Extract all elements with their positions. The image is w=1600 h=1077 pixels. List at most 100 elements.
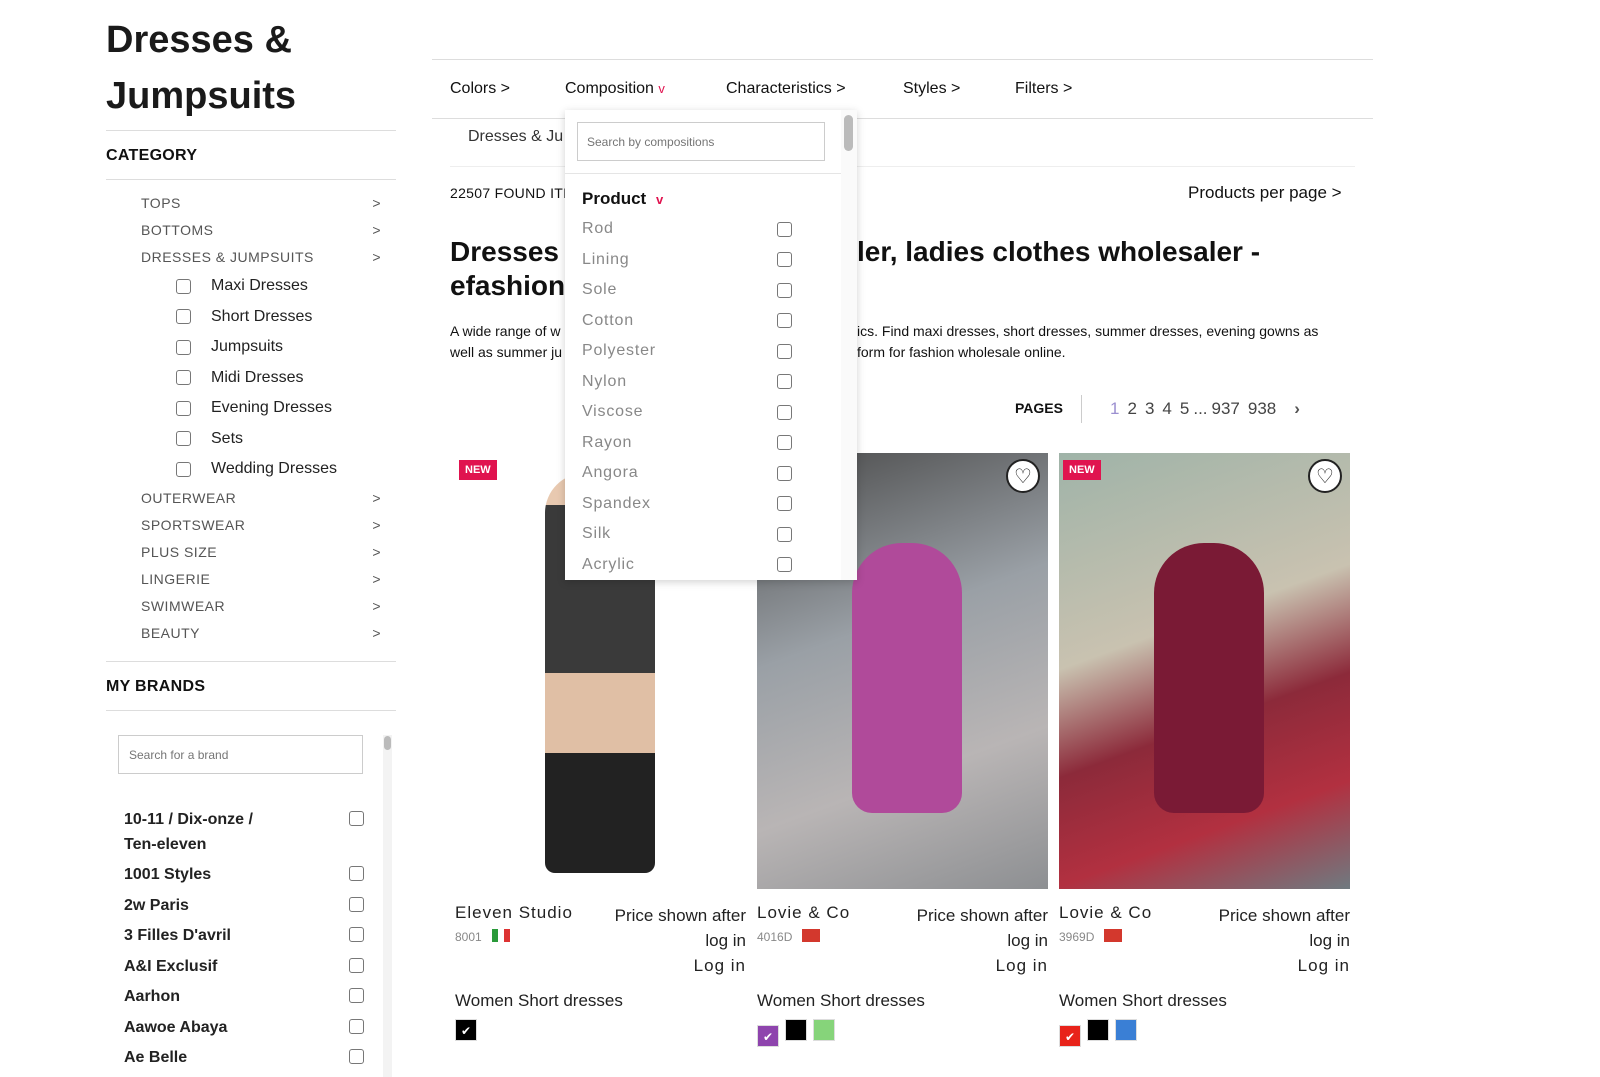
checkbox[interactable]	[777, 496, 792, 511]
checkbox[interactable]	[777, 313, 792, 328]
brand-item[interactable]: Aawoe Abaya	[124, 1015, 364, 1040]
checkbox[interactable]	[176, 309, 191, 324]
page-link[interactable]: 1	[1110, 399, 1119, 419]
checkbox[interactable]	[777, 343, 792, 359]
composition-option[interactable]: Lining	[582, 245, 792, 275]
page-link[interactable]: 938	[1248, 399, 1276, 419]
color-swatch[interactable]	[1087, 1019, 1109, 1041]
checkbox[interactable]	[777, 404, 792, 420]
checkbox[interactable]	[777, 526, 792, 542]
login-link[interactable]: Log in	[1200, 953, 1350, 978]
color-swatch[interactable]	[813, 1019, 835, 1041]
checkbox[interactable]	[349, 1049, 364, 1064]
checkbox[interactable]	[176, 339, 191, 355]
checkbox[interactable]	[777, 557, 792, 572]
composition-option[interactable]: Nylon	[582, 367, 792, 397]
page-link[interactable]: 937	[1212, 399, 1240, 419]
page-link[interactable]: 2	[1127, 399, 1136, 419]
brand-item[interactable]: Aarhon	[124, 984, 364, 1009]
checkbox[interactable]	[777, 435, 792, 450]
checkbox[interactable]	[777, 252, 792, 267]
brand-name[interactable]: Lovie & Co	[1059, 903, 1152, 923]
checkbox[interactable]	[349, 811, 364, 826]
subcategory-item[interactable]: Midi Dresses	[176, 363, 303, 393]
checkbox[interactable]	[176, 431, 191, 446]
subcategory-item[interactable]: Maxi Dresses	[176, 271, 308, 301]
composition-option[interactable]: Silk	[582, 519, 792, 549]
composition-option[interactable]: Spandex	[582, 489, 792, 519]
login-link[interactable]: Log in	[596, 953, 746, 978]
color-swatch[interactable]: ✔	[757, 1025, 779, 1047]
category-item[interactable]: LINGERIE >	[141, 565, 381, 592]
category-item[interactable]: PLUS SIZE >	[141, 538, 381, 565]
color-swatch[interactable]	[785, 1019, 807, 1041]
checkbox[interactable]	[777, 374, 792, 389]
nav-item[interactable]: Composition v	[565, 80, 665, 98]
category-item[interactable]: DRESSES & JUMPSUITS >	[141, 243, 381, 270]
nav-item[interactable]: Characteristics >	[726, 80, 846, 98]
brand-name[interactable]: Lovie & Co	[757, 903, 850, 923]
checkbox[interactable]	[777, 282, 792, 298]
brand-item[interactable]: 10-11 / Dix-onze / Ten-eleven	[124, 807, 364, 857]
dropdown-scrollbar[interactable]	[841, 110, 857, 580]
login-link[interactable]: Log in	[898, 953, 1048, 978]
page-link[interactable]: 3	[1145, 399, 1154, 419]
page-link[interactable]: 5	[1180, 399, 1189, 419]
category-item[interactable]: OUTERWEAR >	[141, 484, 381, 511]
checkbox[interactable]	[349, 1019, 364, 1034]
brand-scrollbar[interactable]	[383, 735, 392, 1077]
checkbox[interactable]	[349, 897, 364, 912]
composition-option[interactable]: Acrylic	[582, 550, 792, 580]
nav-item[interactable]: Colors >	[450, 80, 510, 98]
subcategory-item[interactable]: Evening Dresses	[176, 393, 332, 423]
product-image[interactable]: NEW ♡	[1059, 453, 1350, 889]
breadcrumb[interactable]: Dresses & Ju	[468, 128, 563, 146]
brand-item[interactable]: 3 Filles D'avril	[124, 923, 364, 948]
checkbox[interactable]	[176, 278, 191, 294]
brand-item[interactable]: 2w Paris	[124, 893, 364, 918]
composition-option[interactable]: Cotton	[582, 306, 792, 336]
subcategory-item[interactable]: Sets	[176, 424, 243, 454]
composition-option[interactable]: Rod	[582, 214, 792, 244]
color-swatch[interactable]: ✔	[1059, 1025, 1081, 1047]
checkbox[interactable]	[777, 465, 792, 481]
checkbox[interactable]	[176, 400, 191, 416]
composition-option[interactable]: Sole	[582, 275, 792, 305]
subcategory-item[interactable]: Jumpsuits	[176, 332, 283, 362]
next-page-icon[interactable]: ›	[1294, 399, 1300, 419]
heart-icon[interactable]: ♡	[1006, 459, 1040, 493]
checkbox[interactable]	[777, 221, 792, 237]
composition-search-input[interactable]	[577, 122, 825, 161]
checkbox[interactable]	[349, 958, 364, 973]
product-card[interactable]: NEW ♡ Lovie & Co 3969D Price shown after…	[1059, 453, 1350, 1047]
products-per-page[interactable]: Products per page >	[1188, 183, 1342, 203]
color-swatch[interactable]: ✔	[455, 1019, 477, 1041]
composition-option[interactable]: Angora	[582, 458, 792, 488]
page-link[interactable]: 4	[1162, 399, 1171, 419]
checkbox[interactable]	[349, 866, 364, 881]
nav-item[interactable]: Filters >	[1015, 80, 1072, 98]
composition-option[interactable]: Rayon	[582, 428, 792, 458]
subcategory-item[interactable]: Short Dresses	[176, 302, 312, 332]
composition-option[interactable]: Viscose	[582, 397, 792, 427]
category-item[interactable]: BEAUTY >	[141, 619, 381, 646]
checkbox[interactable]	[176, 461, 191, 477]
product-group-toggle[interactable]: Product v	[582, 189, 663, 209]
category-item[interactable]: TOPS >	[141, 189, 381, 216]
brand-item[interactable]: Ae Belle	[124, 1045, 364, 1070]
brand-item[interactable]: 1001 Styles	[124, 862, 364, 887]
checkbox[interactable]	[349, 988, 364, 1003]
brand-item[interactable]: A&I Exclusif	[124, 954, 364, 979]
category-item[interactable]: SPORTSWEAR >	[141, 511, 381, 538]
subcategory-item[interactable]: Wedding Dresses	[176, 454, 337, 484]
brand-search-input[interactable]	[118, 735, 363, 774]
category-item[interactable]: SWIMWEAR >	[141, 592, 381, 619]
composition-option[interactable]: Polyester	[582, 336, 792, 366]
checkbox[interactable]	[176, 370, 191, 385]
category-item[interactable]: BOTTOMS >	[141, 216, 381, 243]
color-swatch[interactable]	[1115, 1019, 1137, 1041]
brand-name[interactable]: Eleven Studio	[455, 903, 573, 923]
checkbox[interactable]	[349, 927, 364, 942]
nav-item[interactable]: Styles >	[903, 80, 960, 98]
heart-icon[interactable]: ♡	[1308, 459, 1342, 493]
